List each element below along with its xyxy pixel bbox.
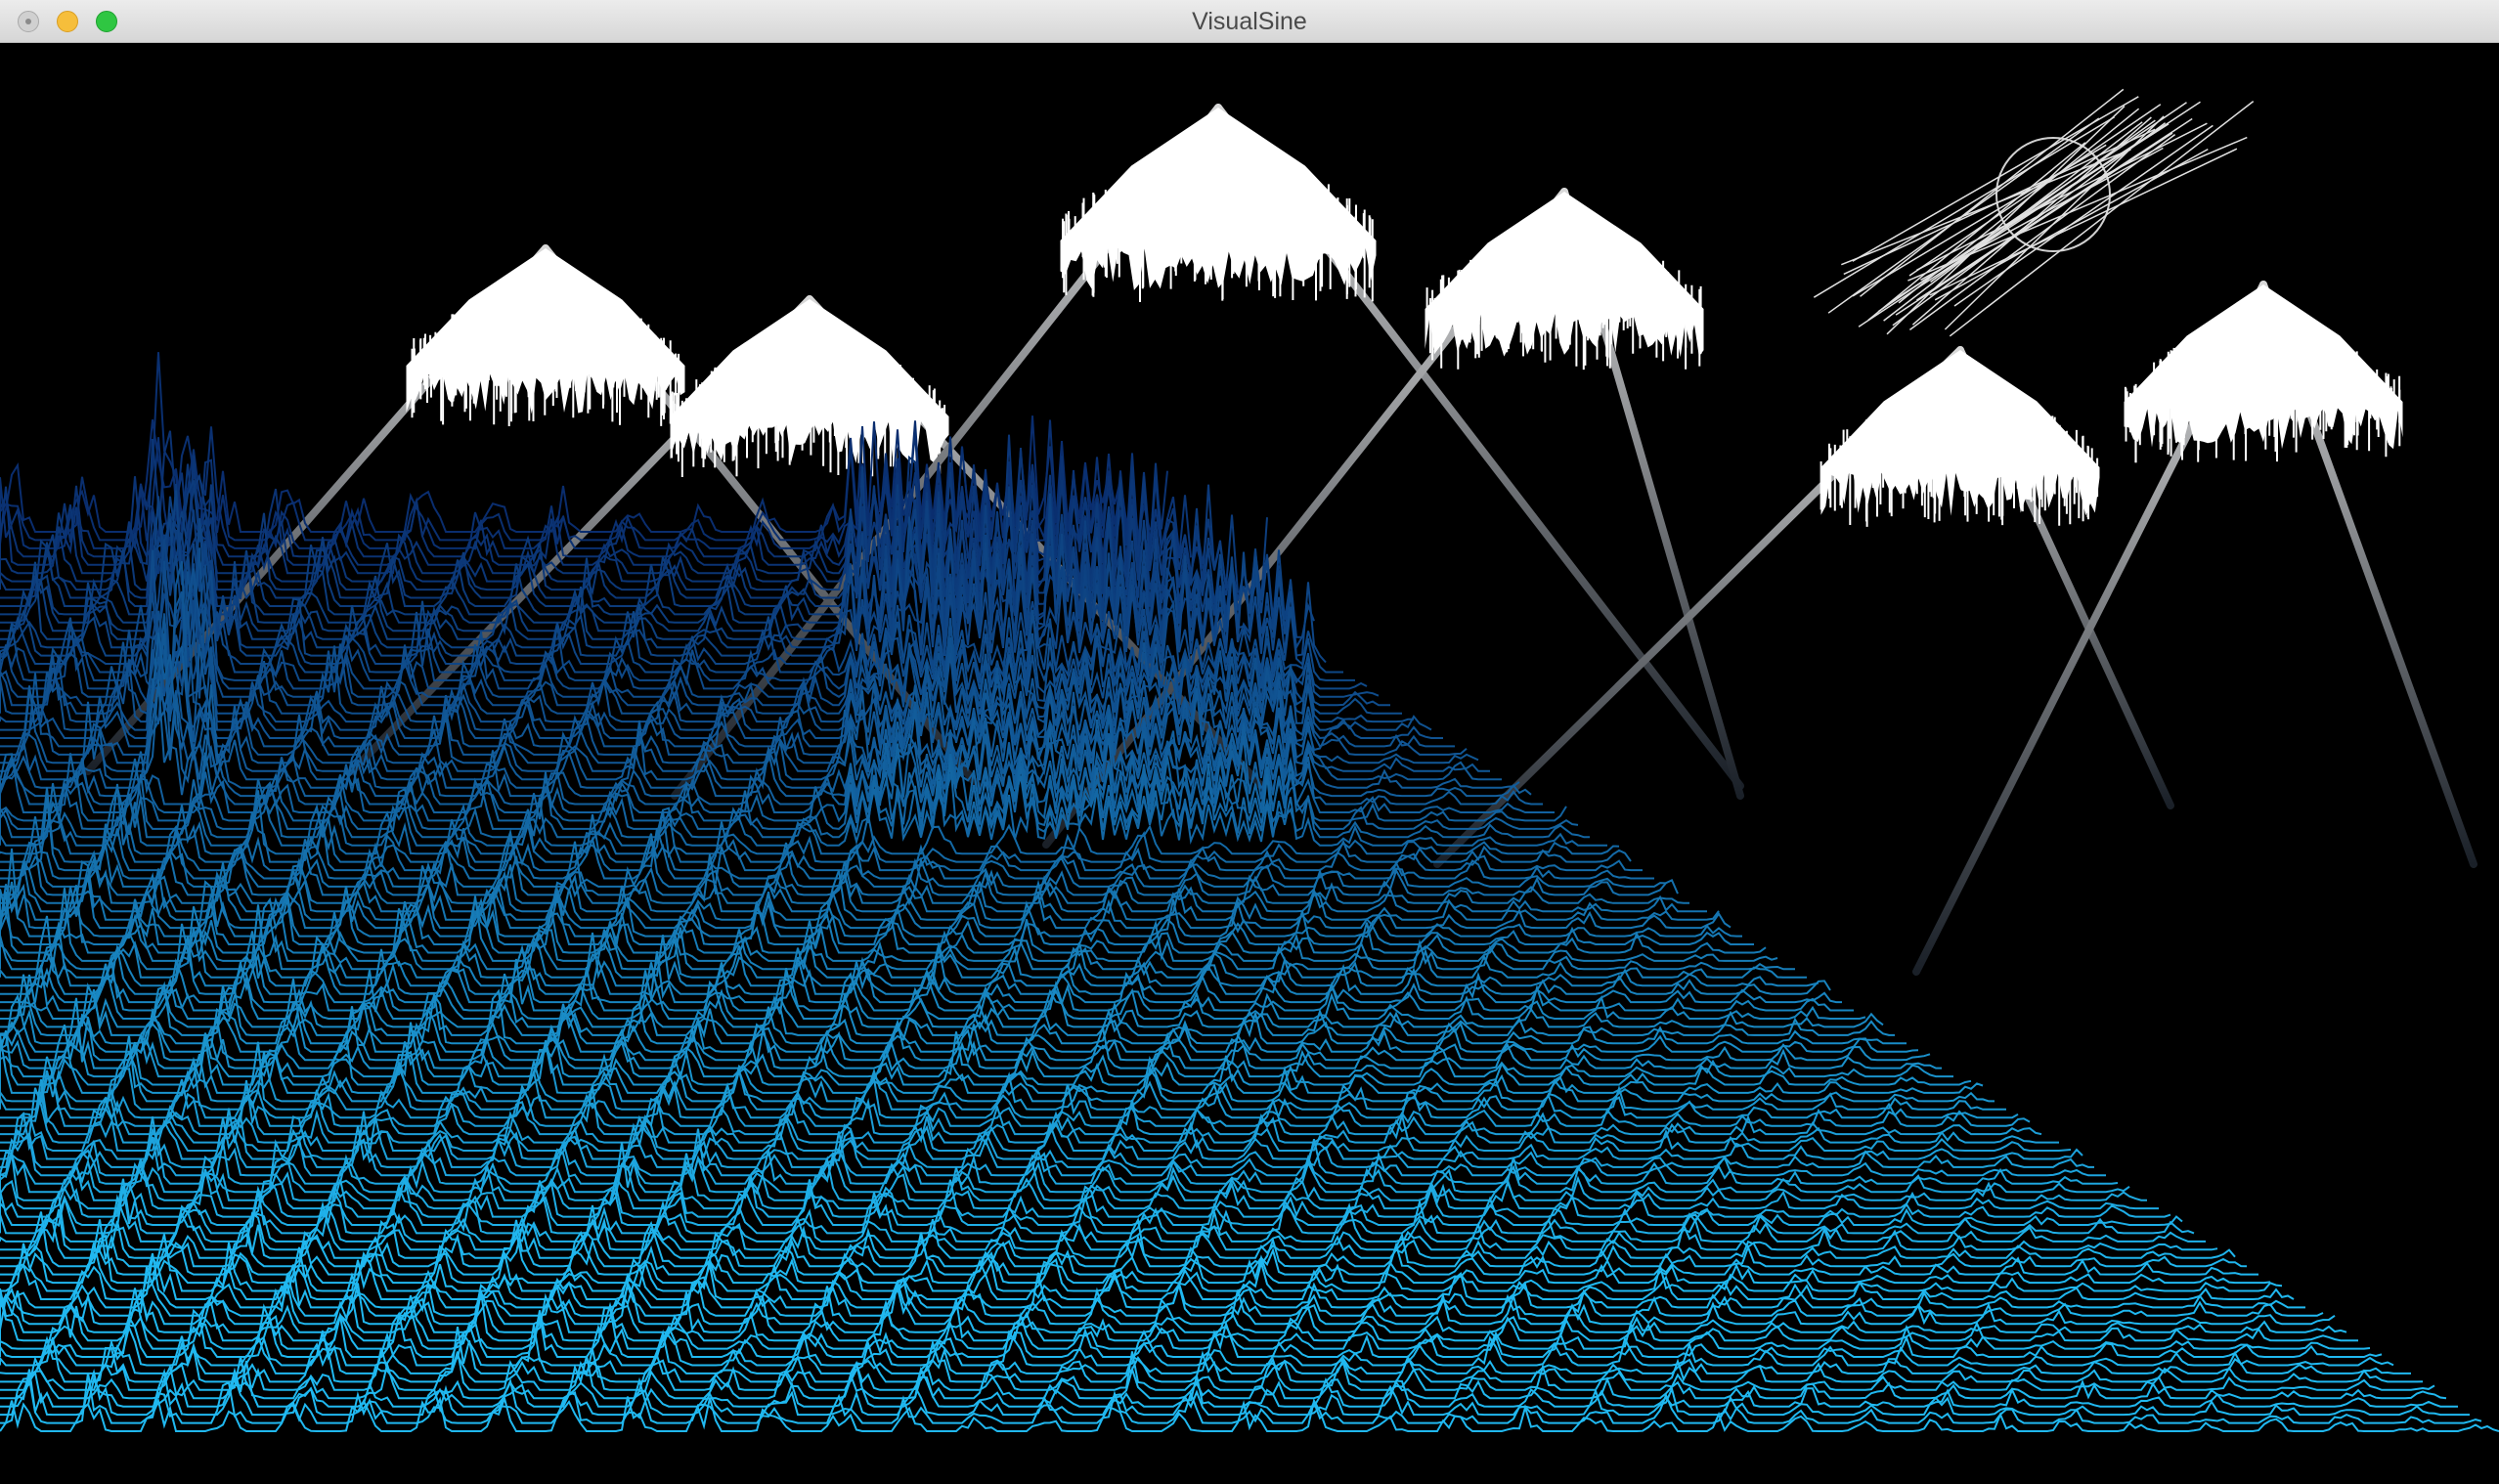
visualizer-canvas <box>0 43 2499 1484</box>
moon-sketch <box>1813 88 2255 337</box>
snow-cap <box>1820 350 2100 516</box>
window-title: VisualSine <box>1192 8 1307 35</box>
waveform-row <box>0 904 1807 979</box>
waveform-row <box>0 762 1590 839</box>
waveform-row <box>0 1234 2271 1285</box>
visualizer-scene <box>0 88 2499 1432</box>
snow-cap <box>2124 284 2403 450</box>
waveform-row <box>0 1200 2218 1251</box>
window-titlebar[interactable]: VisualSine <box>0 0 2499 43</box>
waveform-row <box>0 1308 2383 1358</box>
waveform-row <box>0 1160 2159 1210</box>
waveform-layer <box>0 352 2499 1432</box>
mountain-5 <box>1433 346 2174 868</box>
